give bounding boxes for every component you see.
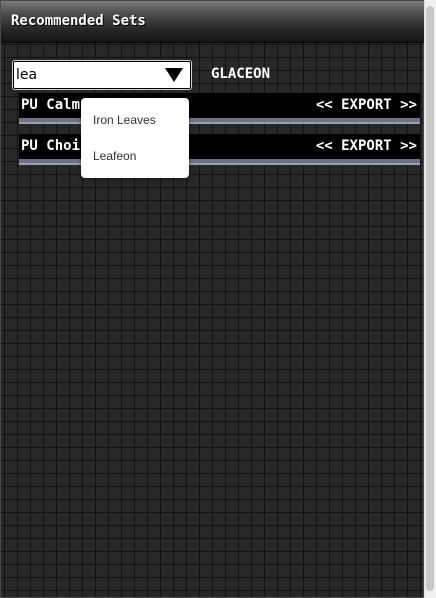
set-name: PU Calm [21, 97, 81, 113]
recommended-sets-panel: Recommended Sets GLACEON PU Calm << EXPO… [0, 0, 425, 598]
pokemon-search-input[interactable] [16, 62, 156, 88]
suggestion-item-iron-leaves[interactable]: Iron Leaves [93, 113, 156, 127]
panel-title: Recommended Sets [11, 13, 146, 29]
set-name: PU Choic [21, 138, 89, 154]
export-button[interactable]: << EXPORT >> [316, 97, 417, 113]
scrollbar-thumb[interactable] [426, 6, 434, 591]
pokemon-search-box[interactable] [13, 61, 191, 89]
suggestion-item-leafeon[interactable]: Leafeon [93, 149, 136, 163]
set-row[interactable]: PU Choic << EXPORT >> [19, 134, 420, 165]
dropdown-arrow-icon[interactable] [165, 68, 183, 82]
export-button[interactable]: << EXPORT >> [316, 138, 417, 154]
panel-header: Recommended Sets [1, 1, 425, 43]
selected-pokemon-name: GLACEON [211, 66, 271, 82]
set-row[interactable]: PU Calm << EXPORT >> [19, 93, 420, 124]
autocomplete-dropdown: Iron Leaves Leafeon [81, 98, 189, 178]
